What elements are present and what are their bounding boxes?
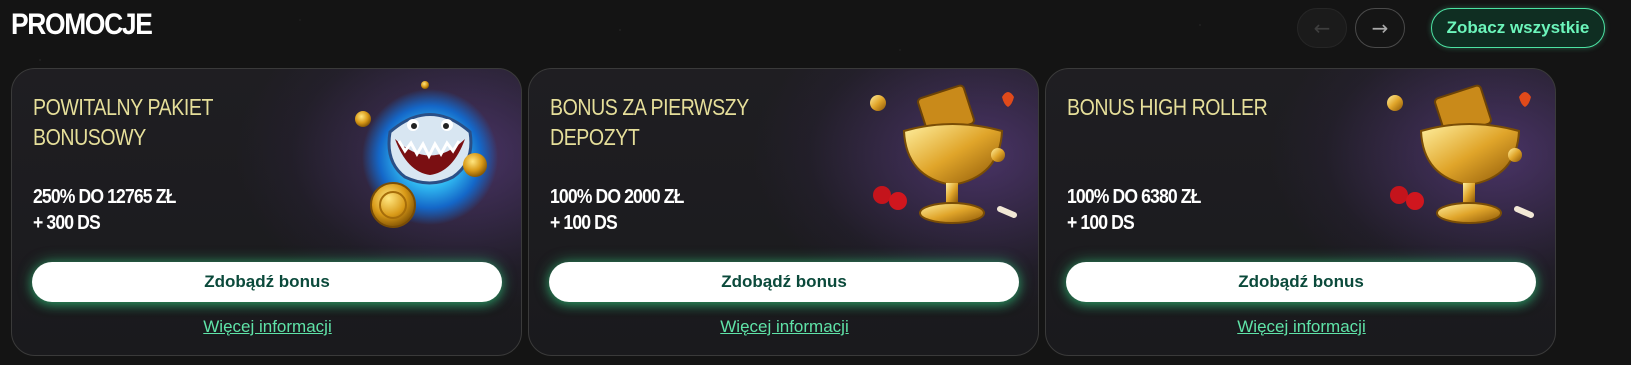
more-info-link[interactable]: Więcej informacji [720, 317, 848, 336]
golden-trophy-icon [870, 84, 1017, 224]
see-all-button[interactable]: Zobacz wszystkie [1431, 8, 1605, 48]
card-title: BONUS HIGH ROLLER [1067, 94, 1268, 120]
promo-card-first-deposit: BONUS ZA PIERWSZY DEPOZYT 100% DO 2000 Z… [528, 68, 1039, 356]
get-bonus-button[interactable]: Zdobądź bonus [32, 262, 502, 302]
more-info-link[interactable]: Więcej informacji [1237, 317, 1365, 336]
arrow-left-icon: ← [1313, 16, 1331, 40]
card-offer: 100% DO 2000 ZŁ + 100 DS [550, 184, 684, 236]
section-title: PROMOCJE [11, 8, 153, 41]
card-title: BONUS ZA PIERWSZY DEPOZYT [550, 94, 749, 150]
prev-arrow-button[interactable]: ← [1297, 8, 1347, 48]
get-bonus-button[interactable]: Zdobądź bonus [549, 262, 1019, 302]
arrow-right-icon: → [1371, 16, 1389, 40]
more-info-link[interactable]: Więcej informacji [203, 317, 331, 336]
more-info-wrapper: Więcej informacji [1046, 317, 1555, 337]
offer-amount: 100% DO 6380 ZŁ [1067, 186, 1201, 208]
offer-spins: + 300 DS [33, 212, 101, 234]
offer-amount: 250% DO 12765 ZŁ [33, 186, 176, 208]
card-offer: 100% DO 6380 ZŁ + 100 DS [1067, 184, 1201, 236]
offer-spins: + 100 DS [550, 212, 618, 234]
more-info-wrapper: Więcej informacji [529, 317, 1038, 337]
next-arrow-button[interactable]: → [1355, 8, 1405, 48]
promo-card-welcome: POWITALNY PAKIET BONUSOWY 250% DO 12765 … [11, 68, 522, 356]
offer-spins: + 100 DS [1067, 212, 1135, 234]
offer-amount: 100% DO 2000 ZŁ [550, 186, 684, 208]
card-offer: 250% DO 12765 ZŁ + 300 DS [33, 184, 176, 236]
shark-coin-icon [355, 81, 498, 228]
promotions-header: PROMOCJE ← → Zobacz wszystkie [0, 0, 1631, 60]
get-bonus-button[interactable]: Zdobądź bonus [1066, 262, 1536, 302]
golden-trophy-icon [1387, 84, 1534, 224]
card-title: POWITALNY PAKIET BONUSOWY [33, 94, 213, 150]
promo-card-high-roller: BONUS HIGH ROLLER 100% DO 6380 ZŁ + 100 … [1045, 68, 1556, 356]
more-info-wrapper: Więcej informacji [12, 317, 521, 337]
